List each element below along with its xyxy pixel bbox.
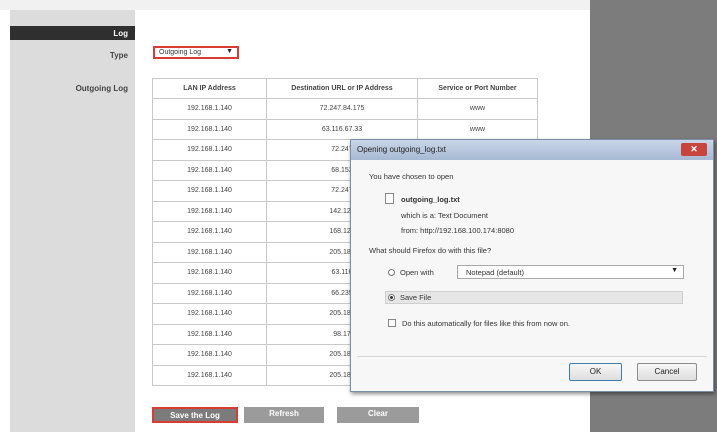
open-with-radio[interactable] bbox=[388, 269, 395, 276]
table-cell: 192.168.1.140 bbox=[152, 180, 267, 202]
table-cell: 192.168.1.140 bbox=[152, 98, 267, 120]
file-name: outgoing_log.txt bbox=[401, 195, 460, 204]
table-row: 192.168.1.140 72.247.84.175 www bbox=[152, 98, 538, 120]
table-row: 192.168.1.140 63.116.67.33 www bbox=[152, 118, 538, 140]
table-cell: 192.168.1.140 bbox=[152, 241, 267, 263]
open-with-value: Notepad (default) bbox=[466, 268, 524, 277]
chevron-down-icon: ▼ bbox=[671, 267, 678, 274]
table-cell: 192.168.1.140 bbox=[152, 118, 267, 140]
chevron-down-icon: ▼ bbox=[226, 48, 233, 55]
text-file-icon bbox=[385, 193, 394, 204]
table-cell: 192.168.1.140 bbox=[152, 200, 267, 222]
table-cell: 192.168.1.140 bbox=[152, 221, 267, 243]
table-cell: 192.168.1.140 bbox=[152, 282, 267, 304]
table-cell: 192.168.1.140 bbox=[152, 159, 267, 181]
table-cell: 192.168.1.140 bbox=[152, 139, 267, 161]
dialog-titlebar[interactable]: Opening outgoing_log.txt ✕ bbox=[351, 140, 713, 160]
file-source: from: http://192.168.100.174:8080 bbox=[401, 226, 515, 235]
dialog-body: You have chosen to open outgoing_log.txt… bbox=[351, 160, 713, 391]
type-label: Type bbox=[109, 51, 128, 60]
divider bbox=[357, 356, 707, 357]
table-header-row: LAN IP Address Destination URL or IP Addr… bbox=[152, 78, 538, 99]
top-strip bbox=[0, 0, 590, 10]
dialog-title: Opening outgoing_log.txt bbox=[357, 145, 446, 154]
table-cell: 192.168.1.140 bbox=[152, 262, 267, 284]
table-cell: 192.168.1.140 bbox=[152, 323, 267, 345]
save-file-label[interactable]: Save File bbox=[400, 293, 431, 302]
save-file-radio[interactable] bbox=[388, 294, 395, 301]
table-cell: www bbox=[417, 118, 538, 140]
table-cell: 192.168.1.140 bbox=[152, 344, 267, 366]
open-with-select[interactable]: Notepad (default) ▼ bbox=[457, 265, 684, 279]
file-download-dialog: Opening outgoing_log.txt ✕ You have chos… bbox=[350, 139, 714, 392]
cancel-button[interactable]: Cancel bbox=[637, 363, 697, 381]
column-header: LAN IP Address bbox=[152, 78, 267, 99]
file-type: which is a: Text Document bbox=[401, 211, 488, 220]
dialog-question: What should Firefox do with this file? bbox=[369, 246, 492, 255]
save-log-button[interactable]: Save the Log bbox=[152, 407, 238, 423]
auto-label[interactable]: Do this automatically for files like thi… bbox=[402, 319, 570, 328]
open-with-label[interactable]: Open with bbox=[400, 268, 434, 277]
section-title: Log bbox=[113, 29, 128, 38]
type-select-value: Outgoing Log bbox=[159, 49, 202, 56]
auto-checkbox[interactable] bbox=[388, 319, 396, 327]
dialog-intro: You have chosen to open bbox=[369, 172, 454, 181]
left-label-panel bbox=[10, 10, 135, 432]
column-header: Service or Port Number bbox=[417, 78, 538, 99]
clear-button[interactable]: Clear bbox=[337, 407, 419, 423]
table-cell: 192.168.1.140 bbox=[152, 303, 267, 325]
outgoing-log-label: Outgoing Log bbox=[75, 84, 128, 93]
type-select[interactable]: Outgoing Log ▼ bbox=[153, 46, 239, 59]
column-header: Destination URL or IP Address bbox=[266, 78, 418, 99]
table-cell: 72.247.84.175 bbox=[266, 98, 418, 120]
refresh-button[interactable]: Refresh bbox=[244, 407, 324, 423]
close-icon[interactable]: ✕ bbox=[681, 143, 707, 156]
table-cell: 192.168.1.140 bbox=[152, 364, 267, 386]
ok-button[interactable]: OK bbox=[569, 363, 622, 381]
table-cell: 63.116.67.33 bbox=[266, 118, 418, 140]
table-cell: www bbox=[417, 98, 538, 120]
